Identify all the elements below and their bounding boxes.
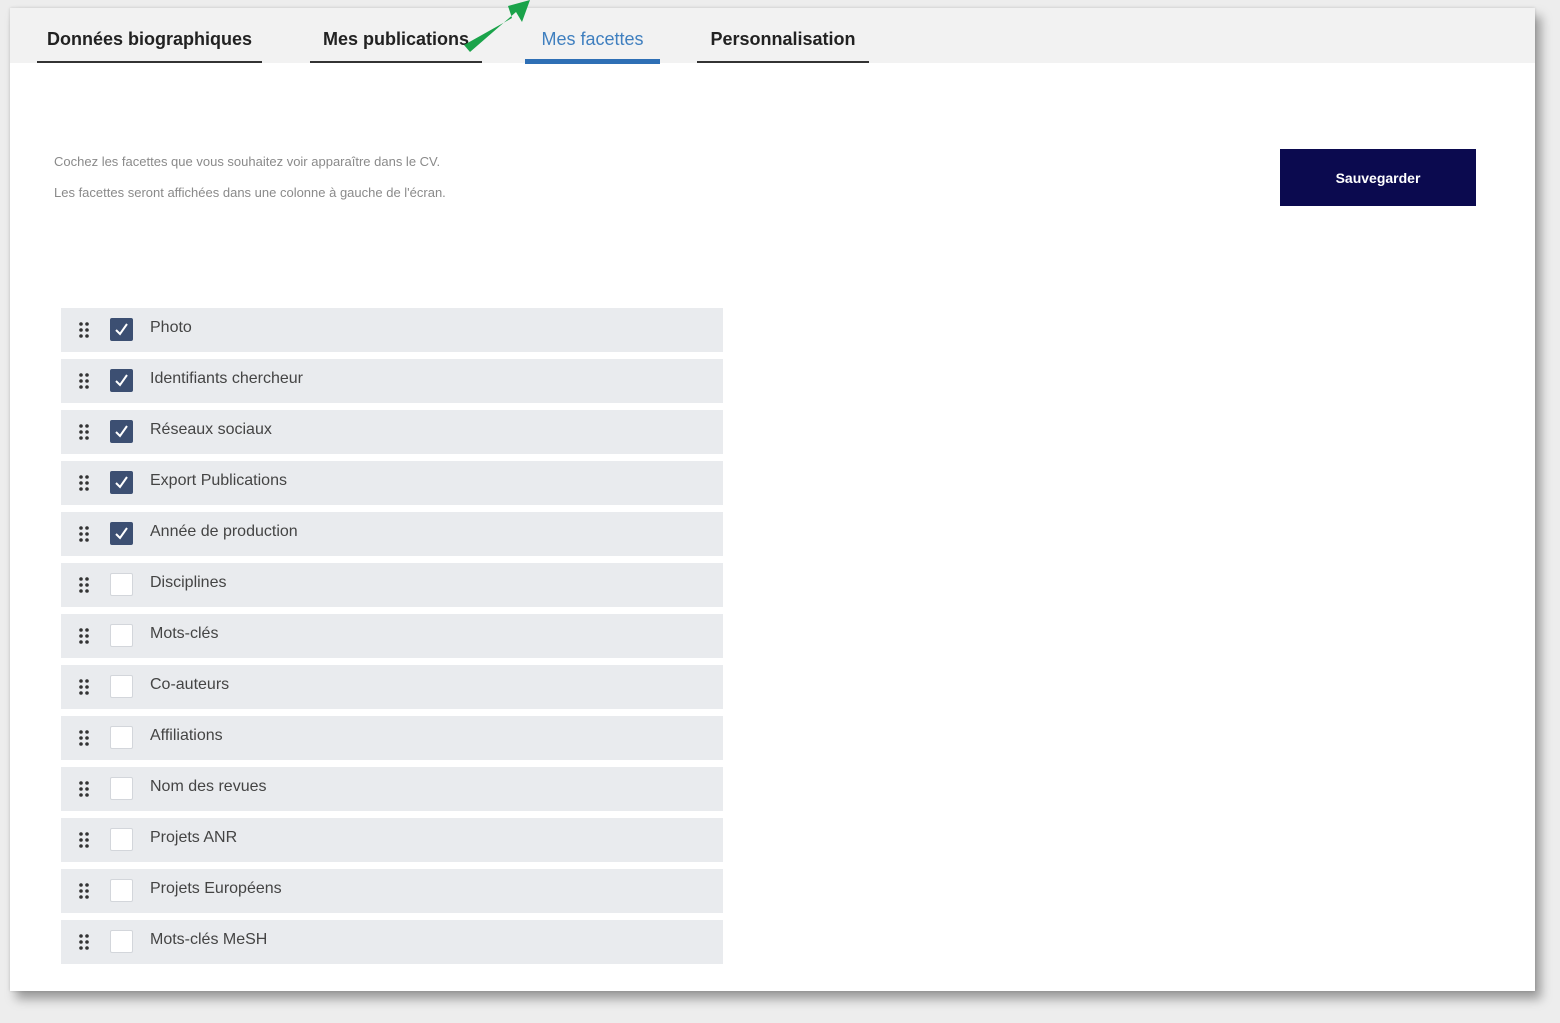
- facet-row[interactable]: Réseaux sociaux: [61, 410, 723, 454]
- tab-label: Mes publications: [322, 29, 470, 49]
- drag-handle-icon[interactable]: [78, 933, 92, 951]
- facet-checkbox-checked[interactable]: [110, 420, 133, 443]
- drag-handle-icon[interactable]: [78, 321, 92, 339]
- tab-label: Données biographiques: [46, 29, 253, 49]
- drag-handle-icon[interactable]: [78, 831, 92, 849]
- facet-row[interactable]: Affiliations: [61, 716, 723, 760]
- facet-checkbox-checked[interactable]: [110, 471, 133, 494]
- tab-label: Personnalisation: [710, 29, 856, 49]
- facet-checkbox[interactable]: [110, 573, 133, 596]
- facet-checkbox[interactable]: [110, 624, 133, 647]
- facet-label: Réseaux sociaux: [150, 421, 272, 438]
- facet-label: Affiliations: [150, 727, 223, 744]
- drag-handle-icon[interactable]: [78, 576, 92, 594]
- tab-personnalisation[interactable]: Personnalisation: [697, 8, 869, 63]
- facet-checkbox[interactable]: [110, 828, 133, 851]
- checkmark-icon: [115, 323, 128, 336]
- drag-handle-icon[interactable]: [78, 729, 92, 747]
- checkmark-icon: [115, 425, 128, 438]
- intro-line-1: Cochez les facettes que vous souhaitez v…: [54, 154, 441, 169]
- tab-donnees-biographiques[interactable]: Données biographiques: [37, 8, 262, 63]
- tab-bar: Données biographiques Mes publications M…: [10, 8, 1535, 64]
- save-button[interactable]: Sauvegarder: [1280, 149, 1476, 206]
- facet-row[interactable]: Projets ANR: [61, 818, 723, 862]
- facet-label: Export Publications: [150, 472, 287, 489]
- facet-label: Identifiants chercheur: [150, 370, 303, 387]
- facet-label: Année de production: [150, 523, 298, 540]
- annotation-arrow-icon: [464, 0, 530, 52]
- drag-handle-icon[interactable]: [78, 780, 92, 798]
- facet-row[interactable]: Nom des revues: [61, 767, 723, 811]
- page-frame: Données biographiques Mes publications M…: [10, 0, 1535, 991]
- facet-label: Photo: [150, 319, 192, 336]
- facet-label: Mots-clés: [150, 625, 219, 642]
- drag-handle-icon[interactable]: [78, 882, 92, 900]
- drag-handle-icon[interactable]: [78, 372, 92, 390]
- drag-handle-icon[interactable]: [78, 678, 92, 696]
- facet-row[interactable]: Disciplines: [61, 563, 723, 607]
- checkmark-icon: [115, 374, 128, 387]
- checkmark-icon: [115, 527, 128, 540]
- tab-label: Mes facettes: [541, 29, 644, 49]
- facet-row[interactable]: Mots-clés: [61, 614, 723, 658]
- facet-checkbox[interactable]: [110, 777, 133, 800]
- facet-checkbox[interactable]: [110, 726, 133, 749]
- facet-label: Nom des revues: [150, 778, 267, 795]
- tab-underline: [697, 61, 869, 63]
- drag-handle-icon[interactable]: [78, 627, 92, 645]
- drag-handle-icon[interactable]: [78, 474, 92, 492]
- facet-label: Disciplines: [150, 574, 227, 591]
- intro-line-2: Les facettes seront affichées dans une c…: [54, 185, 446, 200]
- facet-row[interactable]: Identifiants chercheur: [61, 359, 723, 403]
- tab-underline: [37, 61, 262, 63]
- drag-handle-icon[interactable]: [78, 423, 92, 441]
- checkmark-icon: [115, 476, 128, 489]
- facet-checkbox-checked[interactable]: [110, 522, 133, 545]
- facet-label: Projets ANR: [150, 829, 238, 846]
- facet-label: Projets Européens: [150, 880, 282, 897]
- facet-list: Photo Identifiants chercheur Réseaux soc…: [61, 308, 723, 971]
- facet-checkbox[interactable]: [110, 879, 133, 902]
- facet-checkbox[interactable]: [110, 675, 133, 698]
- facet-checkbox-checked[interactable]: [110, 318, 133, 341]
- intro-text: Cochez les facettes que vous souhaitez v…: [54, 146, 446, 208]
- drag-handle-icon[interactable]: [78, 525, 92, 543]
- facet-row[interactable]: Co-auteurs: [61, 665, 723, 709]
- tab-mes-publications[interactable]: Mes publications: [310, 8, 482, 63]
- facet-checkbox-checked[interactable]: [110, 369, 133, 392]
- facet-checkbox[interactable]: [110, 930, 133, 953]
- tab-underline: [310, 61, 482, 63]
- facet-row[interactable]: Mots-clés MeSH: [61, 920, 723, 964]
- facet-row[interactable]: Année de production: [61, 512, 723, 556]
- facet-row[interactable]: Export Publications: [61, 461, 723, 505]
- facet-label: Co-auteurs: [150, 676, 230, 693]
- facet-label: Mots-clés MeSH: [150, 931, 268, 948]
- facet-row[interactable]: Photo: [61, 308, 723, 352]
- facet-row[interactable]: Projets Européens: [61, 869, 723, 913]
